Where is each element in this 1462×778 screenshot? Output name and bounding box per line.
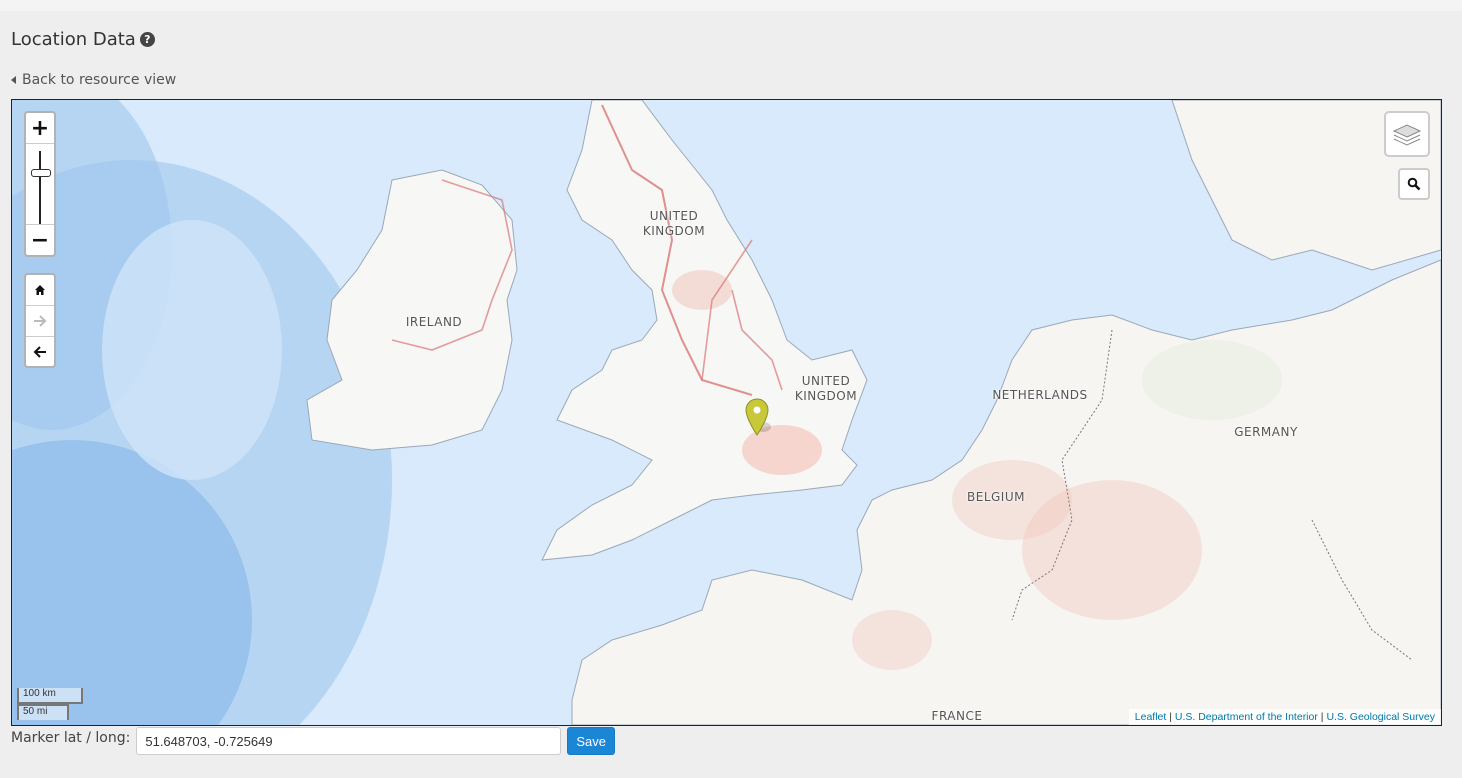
layers-button[interactable] bbox=[1384, 111, 1430, 157]
zoom-slider-handle[interactable] bbox=[31, 169, 51, 177]
home-button[interactable] bbox=[26, 275, 54, 306]
page-title-text: Location Data bbox=[11, 29, 136, 50]
back-link-label: Back to resource view bbox=[22, 72, 177, 88]
attribution-leaflet-link[interactable]: Leaflet bbox=[1135, 711, 1167, 723]
back-link[interactable]: Back to resource view bbox=[11, 72, 176, 88]
arrow-left-icon bbox=[33, 346, 46, 358]
map-basemap bbox=[12, 100, 1441, 725]
search-icon bbox=[1407, 177, 1421, 191]
zoom-slider-track[interactable] bbox=[39, 151, 41, 225]
layers-icon bbox=[1393, 124, 1421, 146]
forward-button[interactable] bbox=[26, 306, 54, 337]
label-netherlands: NETHERLANDS bbox=[992, 388, 1088, 402]
attribution-separator-2: | bbox=[1320, 711, 1324, 723]
caret-left-icon bbox=[11, 76, 16, 84]
question-circle-icon[interactable]: ? bbox=[139, 32, 155, 47]
location-marker[interactable] bbox=[743, 397, 771, 437]
map[interactable]: UNITED KINGDOM IRELAND UNITED KINGDOM NE… bbox=[11, 99, 1442, 726]
top-strip bbox=[0, 0, 1462, 11]
label-united-kingdom-south: UNITED KINGDOM bbox=[794, 374, 858, 403]
coordinate-label: Marker lat / long: bbox=[11, 730, 131, 746]
attribution-usgs-link[interactable]: U.S. Geological Survey bbox=[1326, 711, 1435, 723]
label-germany: GERMANY bbox=[1234, 425, 1298, 439]
zoom-control: + − bbox=[24, 111, 56, 257]
navigation-control bbox=[24, 273, 56, 368]
map-pin-icon bbox=[745, 398, 771, 436]
page-title: Location Data ? bbox=[11, 29, 155, 50]
label-france: FRANCE bbox=[931, 709, 983, 723]
map-attribution: Leaflet | U.S. Department of the Interio… bbox=[1128, 709, 1441, 725]
search-button[interactable] bbox=[1398, 168, 1430, 200]
save-button[interactable]: Save bbox=[567, 727, 615, 755]
home-icon bbox=[35, 285, 45, 295]
zoom-in-button[interactable]: + bbox=[26, 113, 54, 144]
arrow-right-icon bbox=[34, 315, 47, 327]
scale-km: 100 km bbox=[17, 688, 83, 704]
label-belgium: BELGIUM bbox=[967, 490, 1025, 504]
label-ireland: IRELAND bbox=[405, 315, 463, 329]
attribution-doi-link[interactable]: U.S. Department of the Interior bbox=[1175, 711, 1318, 723]
label-united-kingdom-north: UNITED KINGDOM bbox=[642, 209, 706, 238]
back-button[interactable] bbox=[26, 337, 54, 367]
attribution-separator: | bbox=[1169, 711, 1172, 723]
zoom-out-button[interactable]: − bbox=[26, 224, 54, 255]
coordinate-input[interactable] bbox=[136, 727, 562, 755]
scale-mi: 50 mi bbox=[17, 704, 69, 720]
coordinate-form: Marker lat / long: Save bbox=[11, 727, 615, 755]
